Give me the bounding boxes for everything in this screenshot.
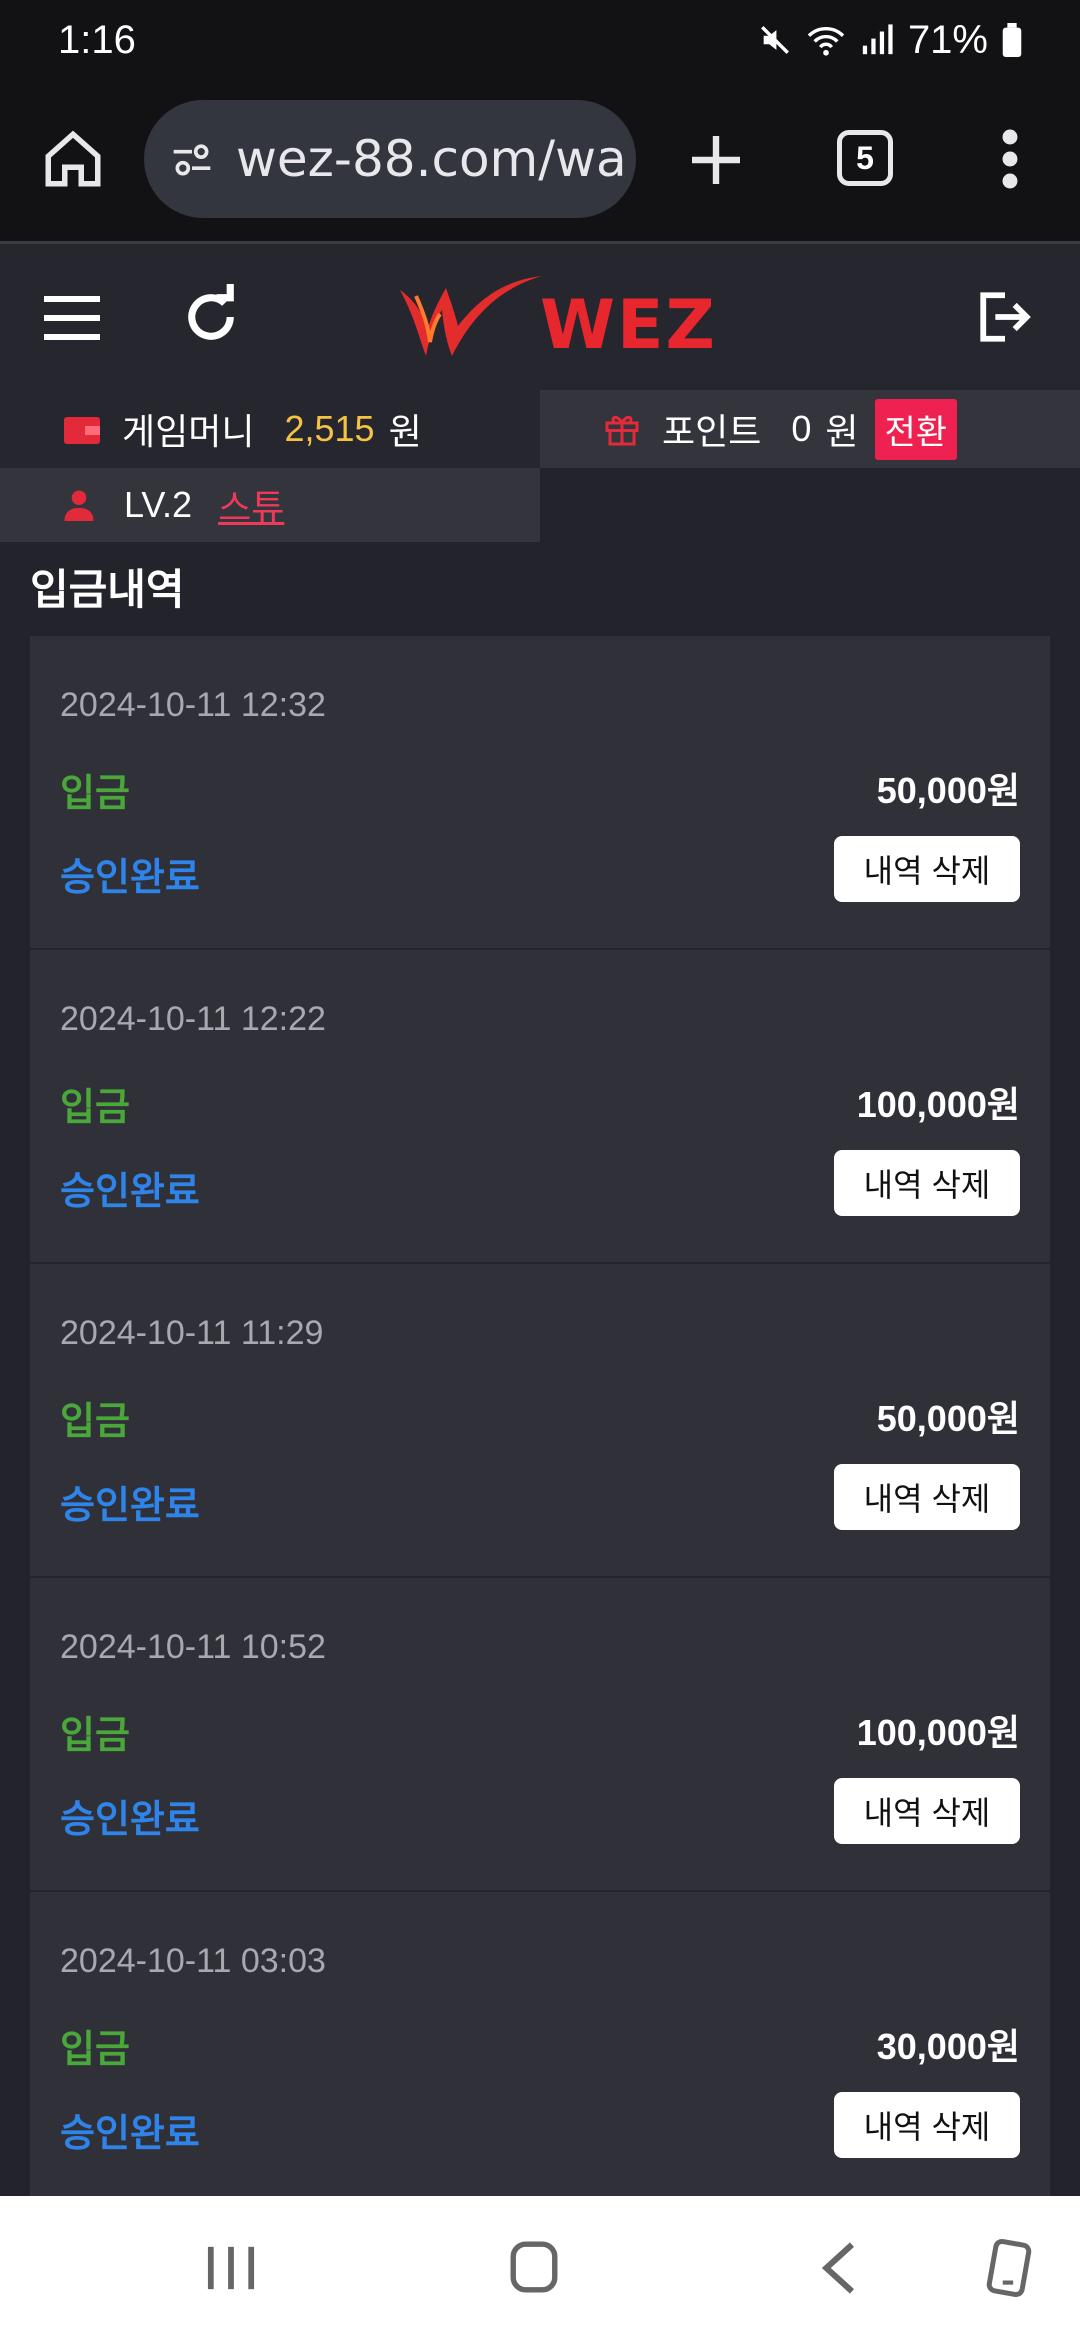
deposit-status: 승인완료 — [60, 1171, 200, 1213]
page-title: 입금내역 — [30, 566, 185, 613]
deposit-status: 승인완료 — [60, 1485, 200, 1527]
logout-icon[interactable] — [976, 288, 1034, 346]
delete-record-button[interactable]: 내역 삭제 — [834, 2092, 1020, 2158]
battery-percent: 71% — [907, 17, 988, 62]
delete-record-button[interactable]: 내역 삭제 — [834, 1464, 1020, 1530]
new-tab-icon[interactable] — [684, 128, 748, 192]
grade-link[interactable]: 스튜 — [218, 479, 284, 531]
site-header: WEZ — [0, 244, 1080, 390]
deposit-date: 2024-10-11 12:32 — [60, 686, 326, 724]
url-text[interactable]: wez-88.com/wa — [236, 130, 627, 188]
status-icons: 71% — [758, 18, 1022, 63]
deposit-type: 입금 — [60, 1715, 130, 1757]
site-settings-icon[interactable] — [170, 137, 214, 181]
deposit-type: 입금 — [60, 773, 130, 815]
user-icon — [64, 490, 94, 521]
home-icon[interactable] — [40, 126, 106, 192]
status-bar: 1:16 71% — [0, 0, 1080, 80]
deposit-card: 2024-10-11 11:29 입금 50,000원 승인완료 내역 삭제 — [30, 1264, 1050, 1578]
system-nav-bar — [0, 2196, 1080, 2340]
deposit-date: 2024-10-11 10:52 — [60, 1628, 326, 1666]
battery-icon — [1002, 23, 1022, 57]
deposit-amount: 100,000원 — [856, 1712, 1020, 1753]
point-unit: 원 — [825, 411, 859, 452]
convert-button[interactable]: 전환 — [874, 398, 958, 460]
deposit-card: 2024-10-11 10:52 입금 100,000원 승인완료 내역 삭제 — [30, 1578, 1050, 1892]
game-money-unit: 원 — [388, 411, 422, 452]
wez-logo-mark — [400, 276, 542, 356]
point-value: 0 — [791, 408, 812, 449]
signal-icon — [862, 24, 893, 55]
delete-record-button[interactable]: 내역 삭제 — [834, 836, 1020, 902]
deposit-type: 입금 — [60, 1401, 130, 1443]
status-time: 1:16 — [58, 17, 136, 62]
point-cell: 포인트 0 원 전환 — [540, 390, 1080, 468]
deposit-amount: 50,000원 — [876, 1398, 1020, 1439]
back-icon[interactable] — [818, 2240, 858, 2296]
rotate-screen-icon[interactable] — [984, 2238, 1034, 2298]
deposit-date: 2024-10-11 03:03 — [60, 1942, 326, 1980]
game-money-value: 2,515 — [284, 408, 375, 449]
game-money-label: 게임머니 — [122, 411, 255, 452]
deposit-amount: 100,000원 — [856, 1084, 1020, 1125]
deposit-card: 2024-10-11 12:32 입금 50,000원 승인완료 내역 삭제 — [30, 636, 1050, 950]
more-vert-icon[interactable] — [990, 126, 1030, 192]
mute-icon — [760, 26, 789, 54]
site-logo[interactable]: WEZ — [396, 270, 715, 366]
address-bar[interactable]: wez-88.com/wa — [144, 100, 636, 218]
browser-toolbar: wez-88.com/wa 5 — [0, 80, 1080, 244]
deposit-date: 2024-10-11 12:22 — [60, 1000, 326, 1038]
point-label: 포인트 — [662, 411, 762, 452]
delete-record-button[interactable]: 내역 삭제 — [834, 1778, 1020, 1844]
account-info-row: 게임머니 2,515 원 포인트 0 원 전환 — [0, 390, 1080, 468]
hamburger-menu-icon[interactable] — [44, 294, 100, 342]
deposit-type: 입금 — [60, 1087, 130, 1129]
deposit-date: 2024-10-11 11:29 — [60, 1314, 324, 1352]
wifi-icon — [807, 27, 845, 56]
wallet-icon — [64, 417, 100, 444]
deposit-status: 승인완료 — [60, 1799, 200, 1841]
refresh-icon[interactable] — [178, 284, 244, 350]
deposit-list: 2024-10-11 12:32 입금 50,000원 승인완료 내역 삭제 2… — [30, 636, 1050, 2206]
level-value: LV.2 — [124, 484, 193, 525]
home-nav-icon[interactable] — [509, 2240, 559, 2294]
recent-apps-icon[interactable] — [206, 2244, 256, 2292]
deposit-status: 승인완료 — [60, 2113, 200, 2155]
deposit-amount: 30,000원 — [876, 2026, 1020, 2067]
level-row: LV.2 스튜 — [0, 468, 540, 542]
deposit-card: 2024-10-11 12:22 입금 100,000원 승인완료 내역 삭제 — [30, 950, 1050, 1264]
logo-text: WEZ — [540, 286, 717, 365]
deposit-card: 2024-10-11 03:03 입금 30,000원 승인완료 내역 삭제 — [30, 1892, 1050, 2206]
deposit-status: 승인완료 — [60, 857, 200, 899]
delete-record-button[interactable]: 내역 삭제 — [834, 1150, 1020, 1216]
deposit-amount: 50,000원 — [876, 770, 1020, 811]
gift-icon — [605, 415, 639, 446]
deposit-type: 입금 — [60, 2029, 130, 2071]
game-money-cell: 게임머니 2,515 원 — [0, 390, 540, 468]
tab-switcher-button[interactable]: 5 — [837, 130, 893, 186]
